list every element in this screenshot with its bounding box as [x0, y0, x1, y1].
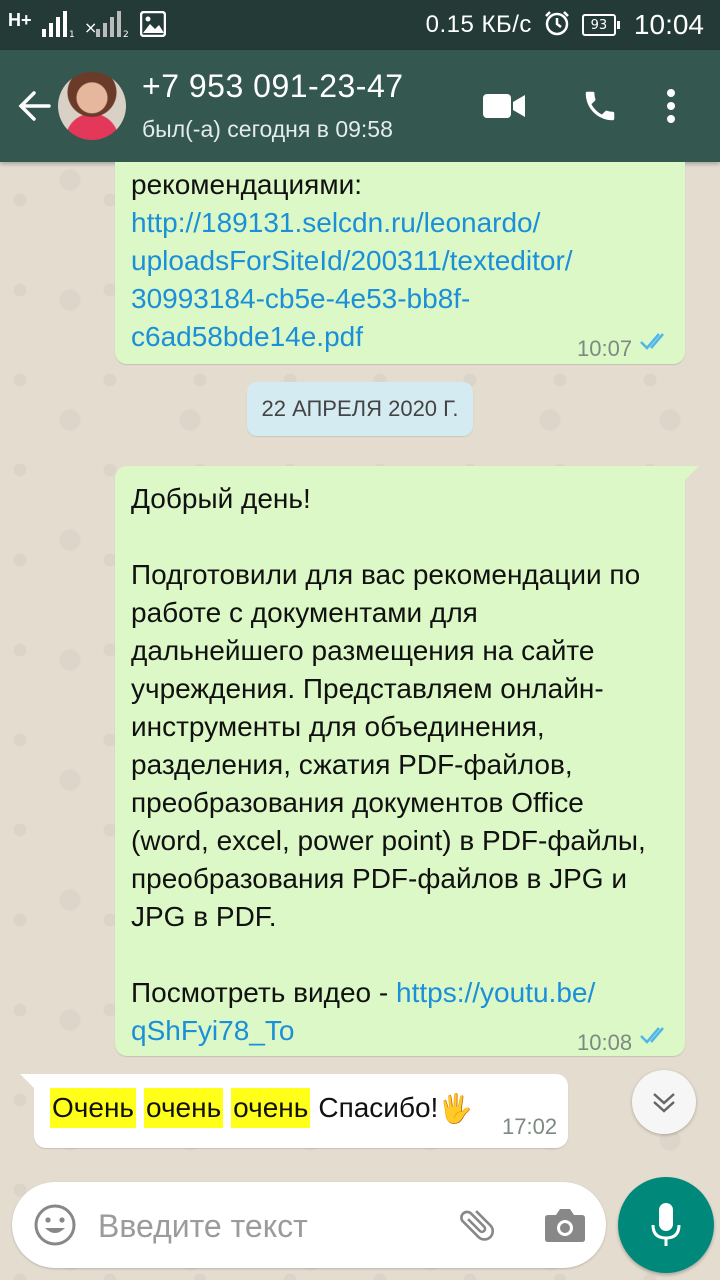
message-line: разделения, сжатия PDF-файлов, [131, 749, 573, 780]
thanks-text: Спасибо! [318, 1092, 439, 1123]
phone-icon [585, 91, 615, 121]
chevron-down-icon [653, 1093, 675, 1113]
outgoing-message[interactable]: рекомендациями: http://189131.selcdn.ru/… [115, 162, 685, 364]
battery-indicator: 93 [581, 14, 620, 36]
more-vert-icon [667, 89, 675, 123]
voice-message-button[interactable] [618, 1177, 714, 1273]
back-button[interactable] [12, 78, 56, 134]
video-call-button[interactable] [482, 80, 526, 132]
message-time: 17:02 [502, 1114, 558, 1139]
message-input[interactable] [96, 1198, 450, 1254]
status-bar: H+ 1 × 2 0.15 КБ/с 93 10:04 [0, 0, 720, 50]
message-greeting: Добрый день! [131, 483, 311, 514]
message-time: 10:07 [577, 336, 633, 361]
message-line: инструменты для объединения, [131, 711, 545, 742]
mic-icon [651, 1203, 681, 1246]
data-speed: 0.15 КБ/с [425, 11, 532, 38]
video-link[interactable]: https://youtu.be/ [396, 977, 595, 1008]
highlighted-word: Очень [50, 1088, 136, 1128]
message-list[interactable]: рекомендациями: http://189131.selcdn.ru/… [0, 162, 720, 1162]
link-line: uploadsForSiteId/200311/texteditor/ [131, 245, 573, 276]
emoji-icon [34, 1204, 76, 1246]
no-signal-icon: × 2 [84, 10, 130, 42]
network-type: H+ [8, 9, 32, 30]
outgoing-message[interactable]: Добрый день! Подготовили для вас рекомен… [115, 466, 699, 1056]
video-prefix: Посмотреть видео - [131, 977, 397, 1008]
signal-icon: 1 [41, 10, 74, 42]
message-line: Подготовили для вас рекомендации по [131, 559, 641, 590]
message-line: (word, excel, power point) в PDF-файлы, [131, 825, 646, 856]
double-check-icon [640, 333, 664, 350]
waving-hand-emoji: 🖐 [438, 1092, 474, 1124]
message-text: Очень очень очень Спасибо! 🖐 [50, 1088, 473, 1128]
chat-header: +7 953 091-23-47 был(-а) сегодня в 09:58 [0, 50, 720, 162]
back-arrow-icon [18, 91, 51, 121]
message-text: рекомендациями: [131, 169, 362, 200]
message-line: JPG в PDF. [131, 901, 277, 932]
last-seen-status: был(-а) сегодня в 09:58 [142, 116, 393, 142]
status-right: 0.15 КБ/с 93 10:04 [426, 0, 704, 50]
more-options-button[interactable] [656, 80, 686, 132]
incoming-message[interactable]: Очень очень очень Спасибо! 🖐 17:02 [20, 1074, 568, 1148]
compose-bar [12, 1182, 606, 1268]
camera-icon [545, 1209, 585, 1242]
highlighted-word: очень [231, 1088, 311, 1128]
contact-name[interactable]: +7 953 091-23-47 [142, 68, 404, 105]
svg-text:1: 1 [69, 30, 74, 37]
highlighted-word: очень [144, 1088, 224, 1128]
bubble-tail [20, 1074, 36, 1090]
message-line: учреждения. Представляем онлайн- [131, 673, 604, 704]
svg-text:×: × [84, 18, 97, 37]
voice-call-button[interactable] [578, 80, 622, 132]
attach-icon [460, 1210, 495, 1241]
message-link[interactable]: http://189131.selcdn.ru/leonardo/ upload… [131, 204, 573, 356]
svg-text:2: 2 [123, 30, 129, 37]
date-separator: 22 АПРЕЛЯ 2020 Г. [247, 382, 473, 436]
message-time: 10:08 [577, 1030, 633, 1055]
camera-button[interactable] [540, 1200, 590, 1250]
double-check-icon [640, 1027, 664, 1044]
emoji-button[interactable] [30, 1200, 80, 1250]
alarm-icon [544, 10, 570, 41]
message-body: Подготовили для вас рекомендации по рабо… [131, 556, 646, 936]
bubble-tail [683, 466, 699, 482]
message-line: преобразования PDF-файлов в JPG и [131, 863, 628, 894]
message-line: преобразования документов Office [131, 787, 584, 818]
status-time: 10:04 [633, 9, 704, 40]
status-left: H+ 1 × 2 [8, 6, 166, 46]
message-line: дальнейшего размещения на сайте [131, 635, 595, 666]
link-line: http://189131.selcdn.ru/leonardo/ [131, 207, 541, 238]
message-line: работе с документами для [131, 597, 478, 628]
link-line: 30993184-cb5e-4e53-bb8f- [131, 283, 471, 314]
link-line: c6ad58bde14e.pdf [131, 321, 363, 352]
attach-button[interactable] [452, 1200, 502, 1250]
video-line: Посмотреть видео - https://youtu.be/ qSh… [131, 974, 595, 1050]
video-link-continued[interactable]: qShFyi78_To [131, 1012, 595, 1050]
image-icon [139, 10, 166, 42]
scroll-to-bottom-button[interactable] [632, 1070, 696, 1134]
video-call-icon [483, 94, 525, 118]
contact-avatar[interactable] [58, 72, 126, 140]
